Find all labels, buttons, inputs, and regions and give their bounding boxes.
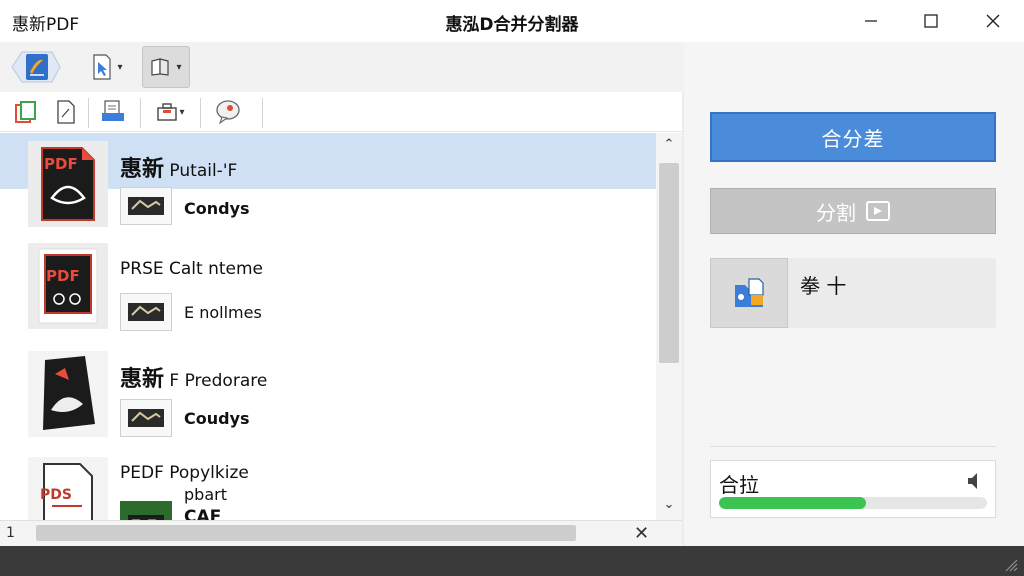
open-book-icon [151, 58, 170, 76]
pdf-file-icon [38, 248, 98, 324]
file-subtitle: E nollmes [184, 303, 262, 322]
file-title: PRSE Calt nteme [120, 259, 263, 279]
thumbnail-label: PDS [40, 487, 72, 503]
resize-grip-icon[interactable] [1002, 556, 1018, 572]
copy-pages-icon [15, 101, 36, 123]
stack-pages-icon [102, 100, 124, 121]
scroll-up-button[interactable]: ⌃ [656, 137, 682, 157]
list-item[interactable]: PDS PEDF Popylkize pbart CAF [0, 453, 656, 520]
file-title: PEDF Popylkize [120, 463, 249, 483]
output-option-label: 拳 十 [800, 274, 847, 298]
toolbar-divider [200, 98, 201, 128]
briefcase-icon [157, 103, 178, 121]
maximize-icon [924, 14, 938, 28]
file-subtitle: pbart [184, 485, 227, 504]
view-mode-button[interactable]: ▾ [142, 46, 190, 88]
chevron-down-icon: ▾ [117, 61, 123, 73]
play-icon [866, 201, 890, 221]
speaker-icon[interactable] [965, 471, 981, 495]
page-preview [120, 187, 172, 225]
pdf-logo-button[interactable] [8, 46, 64, 88]
file-title: 惠新 Putail-'F [120, 151, 237, 183]
output-option-button[interactable] [710, 258, 788, 328]
split-button[interactable]: 分割 [710, 188, 996, 234]
pdf-file-icon [43, 356, 95, 430]
file-title-text: PRSE Calt nteme [120, 259, 263, 279]
page-preview-icon [128, 409, 164, 427]
copy-pages-button[interactable] [12, 98, 40, 126]
split-button-label: 分割 [816, 200, 856, 225]
h-scroll-thumb[interactable] [36, 525, 576, 541]
pdf-thumbnail [28, 243, 108, 329]
comment-button[interactable] [212, 98, 244, 126]
vertical-scrollbar[interactable]: ⌃ ⌄ [656, 133, 682, 520]
minimize-icon [865, 20, 877, 22]
maximize-button[interactable] [908, 4, 954, 38]
select-tool-button[interactable]: ▾ [80, 46, 132, 88]
chevron-down-icon: ▾ [176, 61, 182, 73]
progress-bar [719, 497, 987, 509]
status-bar [0, 546, 1024, 576]
file-subtitle: Condys [184, 199, 250, 218]
merge-button[interactable]: 合分差 [710, 112, 996, 162]
chevron-down-icon: ▾ [179, 106, 185, 118]
list-item[interactable]: PDF 惠新 Putail-'F Condys [0, 133, 656, 237]
file-title-prefix: 惠新 [120, 367, 165, 392]
thumbnail-label: PDF [46, 267, 80, 285]
file-title-text: F Predorare [169, 371, 268, 391]
close-icon[interactable]: ✕ [634, 523, 649, 544]
insert-pages-button[interactable] [98, 98, 128, 126]
toolbar-divider [140, 98, 141, 128]
progress-bar-fill [719, 497, 867, 509]
page-preview-icon [128, 515, 164, 520]
cursor-pointer-icon [93, 54, 112, 80]
chat-bubble-icon [216, 100, 240, 125]
page-preview [120, 501, 172, 520]
file-title-text: Putail-'F [169, 161, 238, 181]
page-indicator: 1 [6, 525, 15, 541]
progress-card: 合拉 [710, 460, 996, 518]
page-preview [120, 293, 172, 331]
file-list: PDF 惠新 Putail-'F Condys PDF PRSE Calt nt… [0, 133, 656, 520]
file-title-text: PEDF Popylkize [120, 463, 249, 483]
toolbar-divider [88, 98, 89, 128]
file-title: 惠新 F Predorare [120, 361, 267, 393]
close-icon [986, 14, 1000, 28]
file-subtitle-2: CAF [184, 507, 222, 520]
blank-page-icon [57, 100, 75, 124]
output-option-card[interactable]: 拳 十 [710, 258, 996, 328]
toolbar-divider [262, 98, 263, 128]
panel-divider [710, 446, 996, 447]
scroll-thumb[interactable] [659, 163, 679, 363]
folder-lock-icon [735, 278, 764, 307]
pdf-thumbnail [28, 351, 108, 437]
title-bar: 惠新PDF 惠泓D合并分割器 [0, 0, 1024, 42]
close-button[interactable] [970, 4, 1016, 38]
page-preview-icon [128, 303, 164, 321]
minimize-button[interactable] [848, 4, 894, 38]
scroll-down-button[interactable]: ⌄ [656, 497, 682, 517]
page-preview-icon [128, 197, 164, 215]
horizontal-scrollbar[interactable]: 1 ✕ [0, 520, 682, 546]
pdf-logo-icon [11, 51, 61, 83]
list-item[interactable]: PDF PRSE Calt nteme E nollmes [0, 237, 656, 341]
new-page-button[interactable] [52, 98, 80, 126]
progress-label: 合拉 [719, 473, 759, 497]
pdf-thumbnail [28, 141, 108, 227]
thumbnail-label: PDF [44, 155, 78, 173]
main-toolbar: ▾ ▾ [0, 42, 684, 92]
export-button[interactable]: ▾ [150, 98, 190, 126]
file-subtitle: Coudys [184, 409, 250, 428]
action-panel: 合分差 分割 拳 十 合拉 [684, 42, 1024, 546]
list-item[interactable]: 惠新 F Predorare Coudys [0, 347, 656, 451]
page-preview [120, 399, 172, 437]
secondary-toolbar: ▾ [0, 92, 684, 132]
file-title-prefix: 惠新 [120, 157, 165, 182]
